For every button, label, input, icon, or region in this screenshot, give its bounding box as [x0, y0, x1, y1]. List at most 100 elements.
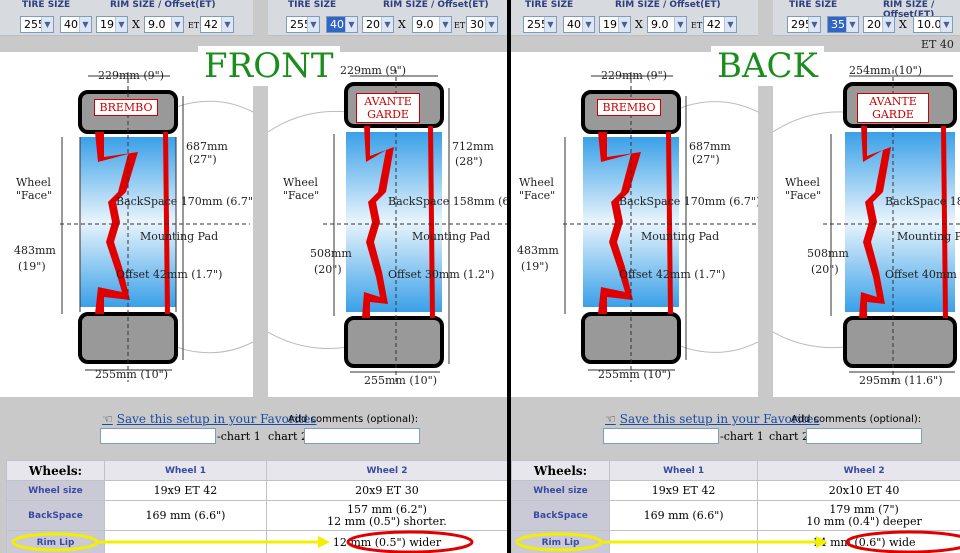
wheel-face-sub-label: "Face" [283, 189, 320, 202]
mounting-pad-label: Mounting Pad [140, 230, 219, 243]
section-title: BACK [711, 46, 824, 86]
tire-size-label: TIRE SIZE [22, 0, 71, 10]
et-under-label: ET 40 [921, 38, 954, 51]
top-width-label: 229mm (9") [98, 69, 164, 82]
bottom-width-label: 255mm (10") [364, 374, 437, 387]
mounting-pad-label: Mounting Pad [412, 230, 491, 243]
chart2-comment-input[interactable] [806, 428, 922, 444]
backspace-label: BackSpace 158mm (6.2 [388, 195, 507, 208]
top-width-label: 229mm (9") [601, 69, 667, 82]
back-wheel1-size-bar: TIRE SIZE RIM SIZE / Offset(ET) 255 ▼ 40 ▼… [511, 0, 758, 36]
chart1-comment-input[interactable] [603, 428, 719, 444]
back-wheel2-diagram: 254mm (10") AVANTE GARDE Wheel "Face" Ba… [773, 52, 960, 397]
front-section: TIRE SIZE RIM SIZE / Offset(ET) 255 ▼ 40 ▼… [0, 0, 507, 553]
wheel-brand-label: AVANTE GARDE [356, 93, 420, 123]
rim-width-select[interactable]: 9.0 ▼ [647, 16, 687, 33]
rim-diameter-select[interactable]: 19 ▼ [96, 16, 128, 33]
add-comments-label: Add comments (optional): [288, 414, 419, 425]
aspect-ratio-select[interactable]: 35 ▼ [827, 16, 859, 33]
rim-diameter-label: 483mm [14, 244, 56, 257]
save-favorites-link[interactable]: ☜ Save this setup in your Favorites [605, 412, 820, 426]
wheel-face-label: Wheel [519, 176, 554, 189]
times-label: X [132, 18, 140, 31]
backspace-row-header: BackSpace [6, 500, 105, 531]
wheel1-backspace-cell: 169 mm (6.6") [104, 500, 267, 531]
overall-diameter-label: 687mm [689, 140, 731, 153]
mounting-pad-label: Mounting Pad [641, 230, 720, 243]
overall-diameter-inch-label: (27") [692, 153, 720, 166]
overall-diameter-label: 687mm [186, 140, 228, 153]
wheel2-size-cell: 20x9 ET 30 [265, 480, 507, 501]
offset-select[interactable]: 42 ▼ [703, 16, 737, 33]
top-width-label: 254mm (10") [849, 64, 922, 77]
rim-diameter-label: 508mm [807, 247, 849, 260]
tire-width-select[interactable]: 255 ▼ [286, 16, 320, 33]
offset-label: Offset 30mm (1.2") [388, 268, 495, 281]
backspace-label: BackSpace 180 [885, 195, 960, 208]
times-label: X [635, 18, 643, 31]
tire-width-select[interactable]: 255 ▼ [523, 16, 557, 33]
bottom-width-label: 295mm (11.6") [859, 374, 943, 387]
pointing-hand-icon: ☜ [102, 412, 113, 426]
aspect-ratio-select[interactable]: 40 ▼ [326, 16, 358, 33]
wheel-face-label: Wheel [283, 176, 318, 189]
backspace-label: BackSpace 170mm (6.7") [116, 195, 253, 208]
wheel-face-sub-label: "Face" [16, 189, 53, 202]
wheel2-header: Wheel 2 [265, 460, 507, 481]
front-wheel1-size-bar: TIRE SIZE RIM SIZE / Offset(ET) 255 ▼ 40 ▼… [0, 0, 253, 36]
wheel-brand-label: AVANTE GARDE [857, 93, 929, 123]
aspect-ratio-select[interactable]: 40 ▼ [60, 16, 92, 33]
wheel-face-label: Wheel [785, 176, 820, 189]
mounting-pad-label: Mounting Pad [897, 230, 960, 243]
rim-diameter-inch-label: (20") [811, 263, 839, 276]
pointing-hand-icon: ☜ [605, 412, 616, 426]
wheel2-header: Wheel 2 [757, 460, 960, 481]
section-title: FRONT [198, 46, 340, 86]
chart2-comment-input[interactable] [304, 428, 420, 444]
back-wheel1-diagram: 229mm (9") BREMBO 687mm (27") Wheel "Fac… [511, 52, 758, 397]
backspace-row-header: BackSpace [511, 500, 610, 531]
bottom-width-label: 255mm (10") [598, 368, 671, 381]
tire-width-select[interactable]: 295 ▼ [787, 16, 821, 33]
wheels-header: Wheels: [511, 460, 610, 481]
wheel-face-sub-label: "Face" [519, 189, 556, 202]
offset-label: Offset 40mm (1. [885, 268, 960, 281]
front-wheel1-diagram: 229mm (9") BREMBO 687mm (27") Wheel "Fac… [0, 52, 253, 397]
chart1-label: -chart 1 [217, 430, 261, 443]
rim-width-select[interactable]: 9.0 ▼ [412, 16, 452, 33]
et-label: ET [188, 21, 200, 30]
wheel-size-row-header: Wheel size [511, 480, 610, 501]
offset-label: Offset 42mm (1.7") [116, 268, 223, 281]
rim-diameter-select[interactable]: 20 ▼ [362, 16, 394, 33]
et-label: ET [691, 21, 703, 30]
wheel-face-sub-label: "Face" [785, 189, 822, 202]
rim-diameter-select[interactable]: 20 ▼ [863, 16, 895, 33]
brake-brand-label: BREMBO [597, 99, 661, 116]
rim-diameter-select[interactable]: 19 ▼ [599, 16, 631, 33]
wheel1-backspace-cell: 169 mm (6.6") [608, 500, 759, 531]
front-wheel2-diagram: 229mm (9") AVANTE GARDE 712mm (28") Whee… [268, 52, 507, 397]
overall-diameter-label: 712mm [452, 140, 494, 153]
tire-size-label: TIRE SIZE [525, 0, 574, 10]
offset-select[interactable]: 42 ▼ [200, 16, 234, 33]
wheel-face-label: Wheel [16, 176, 51, 189]
rim-width-select[interactable]: 10.0 ▼ [913, 16, 953, 33]
back-wheel2-size-bar: TIRE SIZE RIM SIZE / Offset(ET) 295 ▼ 35 ▼… [773, 0, 960, 36]
brake-brand-label: BREMBO [94, 99, 158, 116]
page: TIRE SIZE RIM SIZE / Offset(ET) 255 ▼ 40 ▼… [0, 0, 960, 553]
add-comments-label: Add comments (optional): [791, 414, 922, 425]
rim-diameter-inch-label: (20") [314, 263, 342, 276]
rim-width-select[interactable]: 9.0 ▼ [144, 16, 184, 33]
wheel-size-row-header: Wheel size [6, 480, 105, 501]
offset-select[interactable]: 30 ▼ [466, 16, 498, 33]
rim-diameter-label: 483mm [517, 244, 559, 257]
aspect-ratio-select[interactable]: 40 ▼ [563, 16, 595, 33]
save-favorites-link[interactable]: ☜ Save this setup in your Favorites [102, 412, 317, 426]
back-section: TIRE SIZE RIM SIZE / Offset(ET) 255 ▼ 40 ▼… [511, 0, 960, 553]
tire-size-label: TIRE SIZE [789, 0, 838, 10]
chart1-comment-input[interactable] [100, 428, 216, 444]
tire-width-select[interactable]: 255 ▼ [20, 16, 54, 33]
backspace-label: BackSpace 170mm (6.7") [619, 195, 758, 208]
top-width-label: 229mm (9") [340, 64, 406, 77]
wheel1-size-cell: 19x9 ET 42 [608, 480, 759, 501]
